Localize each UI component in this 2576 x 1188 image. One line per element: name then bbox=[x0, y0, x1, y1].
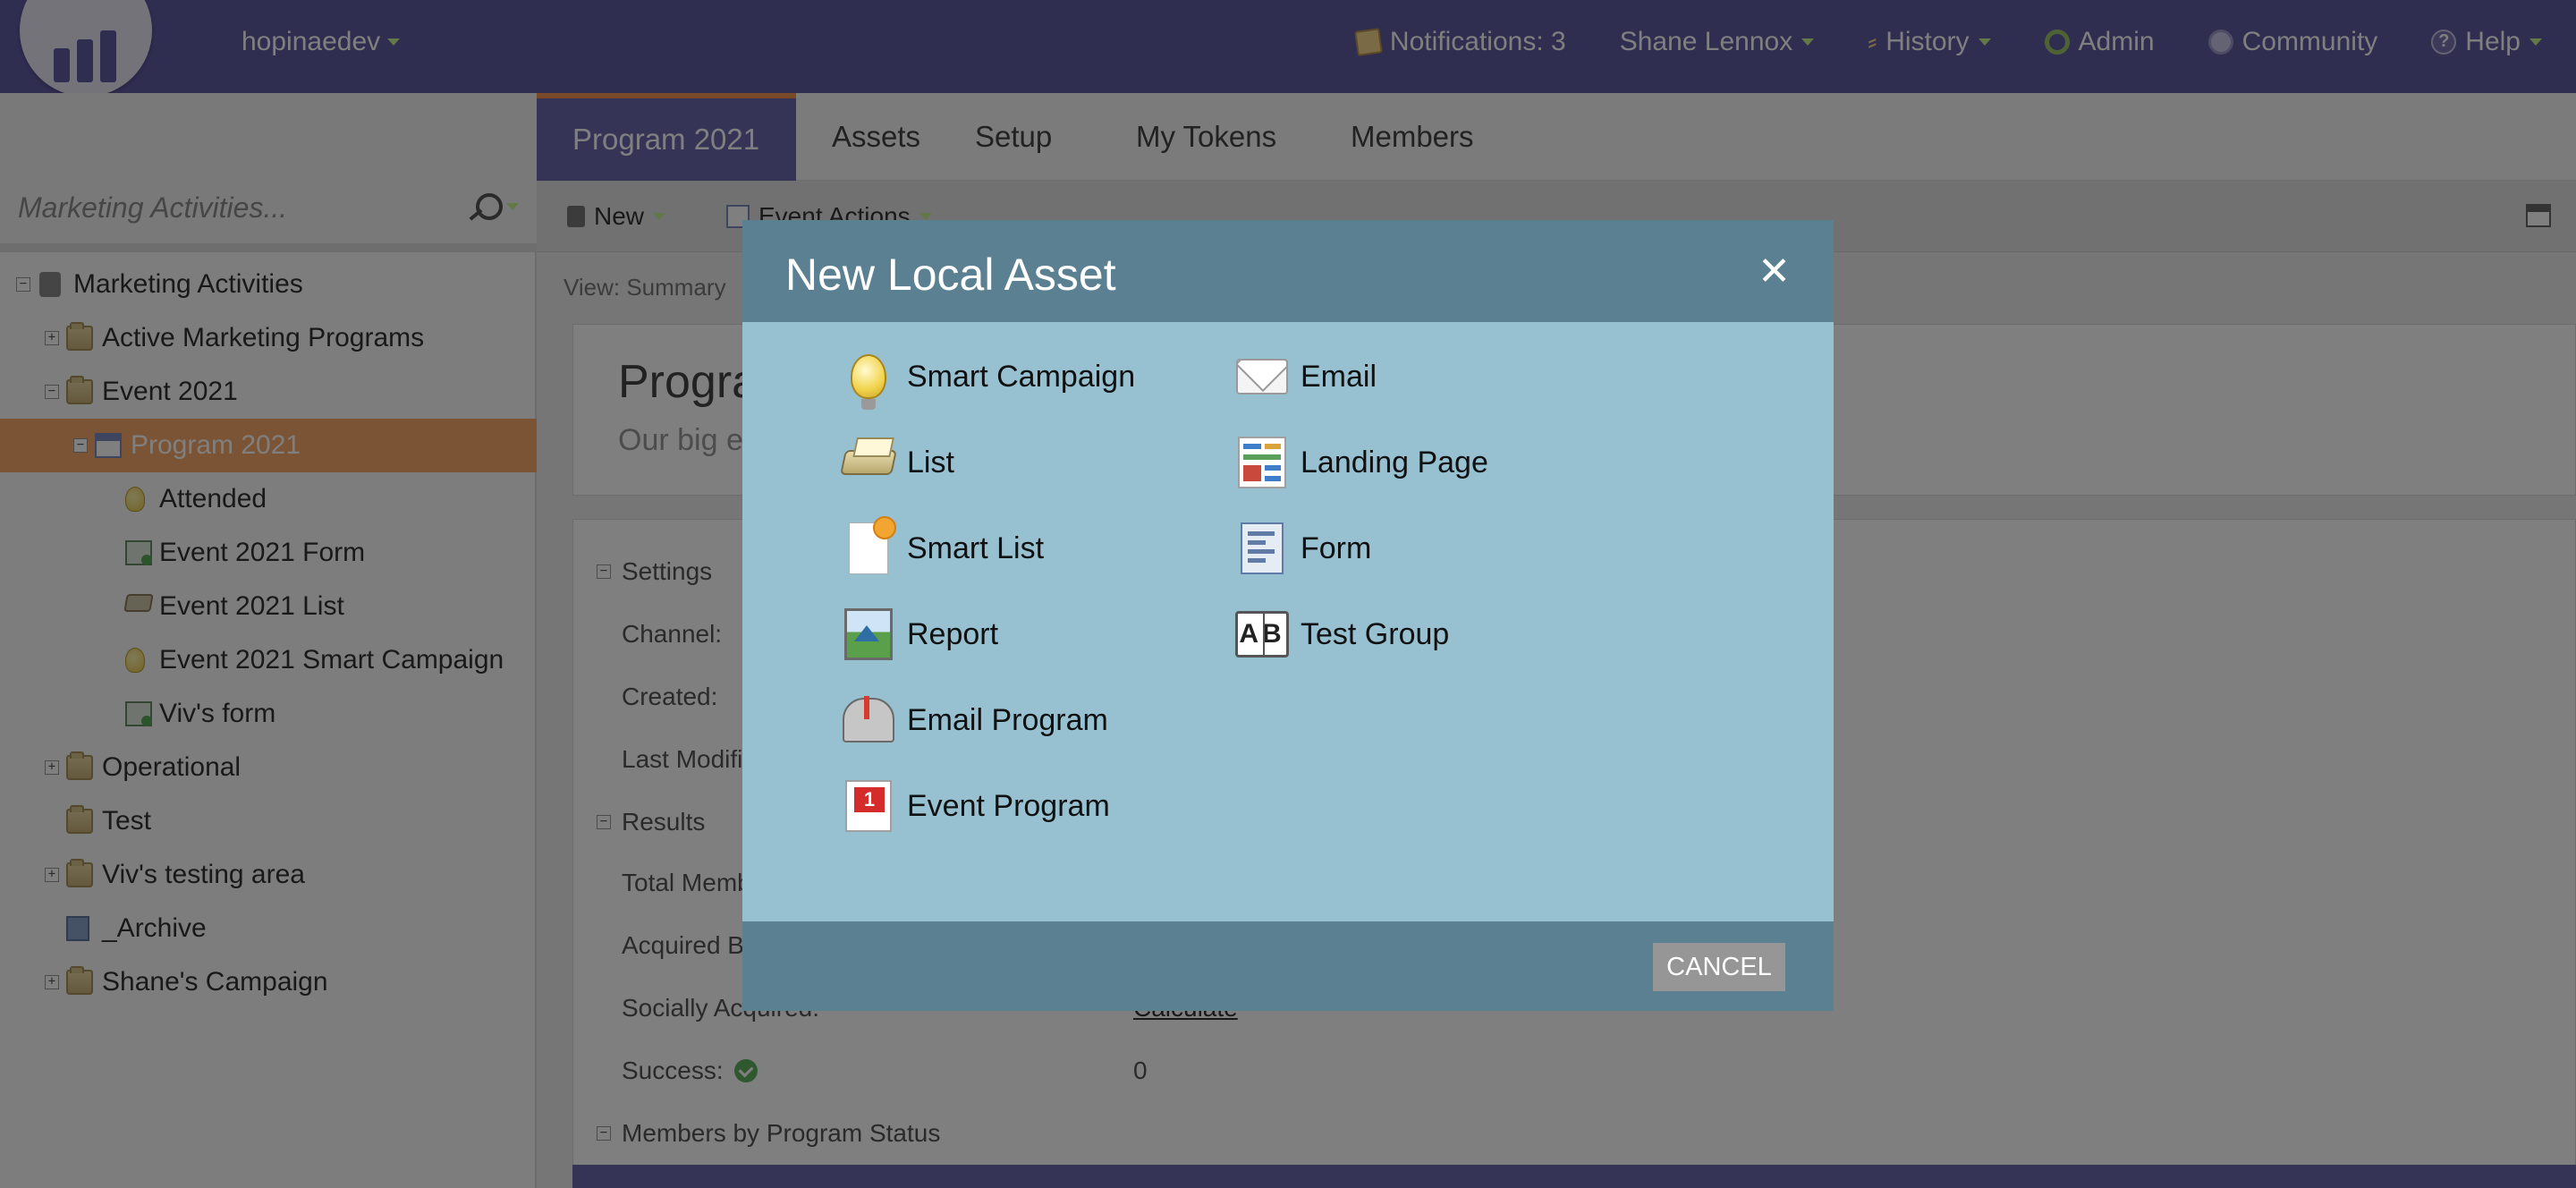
report-icon bbox=[844, 608, 893, 660]
asset-label: Email bbox=[1301, 359, 1377, 394]
form-icon bbox=[1241, 522, 1284, 574]
asset-form[interactable]: Form bbox=[1234, 517, 1371, 580]
asset-label: Report bbox=[907, 616, 999, 651]
asset-label: Test Group bbox=[1301, 616, 1450, 651]
dialog-body: Smart Campaign List Smart List Report Em… bbox=[742, 322, 1834, 921]
asset-smart-list[interactable]: Smart List bbox=[841, 516, 1045, 580]
ab-test-icon: AB bbox=[1235, 611, 1289, 658]
asset-label: Event Program bbox=[907, 788, 1110, 823]
asset-email[interactable]: Email bbox=[1234, 345, 1377, 408]
asset-label: Email Program bbox=[907, 702, 1108, 737]
mailbox-icon bbox=[843, 696, 894, 742]
asset-label: Form bbox=[1301, 530, 1372, 565]
asset-label: Landing Page bbox=[1301, 445, 1488, 479]
asset-label: List bbox=[907, 445, 954, 479]
new-local-asset-dialog: New Local Asset ✕ Smart Campaign List Sm… bbox=[742, 220, 1834, 1011]
asset-label: Smart List bbox=[907, 530, 1045, 565]
asset-email-program[interactable]: Email Program bbox=[841, 689, 1108, 751]
landing-page-icon bbox=[1238, 437, 1286, 488]
smart-list-icon bbox=[849, 516, 896, 574]
dialog-header: New Local Asset ✕ bbox=[742, 220, 1834, 322]
asset-test-group[interactable]: AB Test Group bbox=[1234, 603, 1449, 666]
dialog-footer: CANCEL bbox=[742, 921, 1834, 1011]
lightbulb-icon bbox=[851, 354, 886, 410]
asset-label: Smart Campaign bbox=[907, 359, 1136, 394]
list-tray-icon bbox=[840, 450, 897, 475]
asset-report[interactable]: Report bbox=[841, 603, 998, 666]
event-calendar-icon bbox=[845, 780, 892, 832]
envelope-icon bbox=[1236, 359, 1288, 395]
dialog-title: New Local Asset bbox=[785, 250, 1116, 300]
cancel-button[interactable]: CANCEL bbox=[1653, 943, 1785, 991]
asset-landing-page[interactable]: Landing Page bbox=[1234, 431, 1488, 494]
close-icon[interactable]: ✕ bbox=[1758, 252, 1791, 292]
asset-smart-campaign[interactable]: Smart Campaign bbox=[841, 345, 1136, 410]
asset-list[interactable]: List bbox=[840, 431, 954, 494]
asset-event-program[interactable]: Event Program bbox=[841, 775, 1110, 837]
